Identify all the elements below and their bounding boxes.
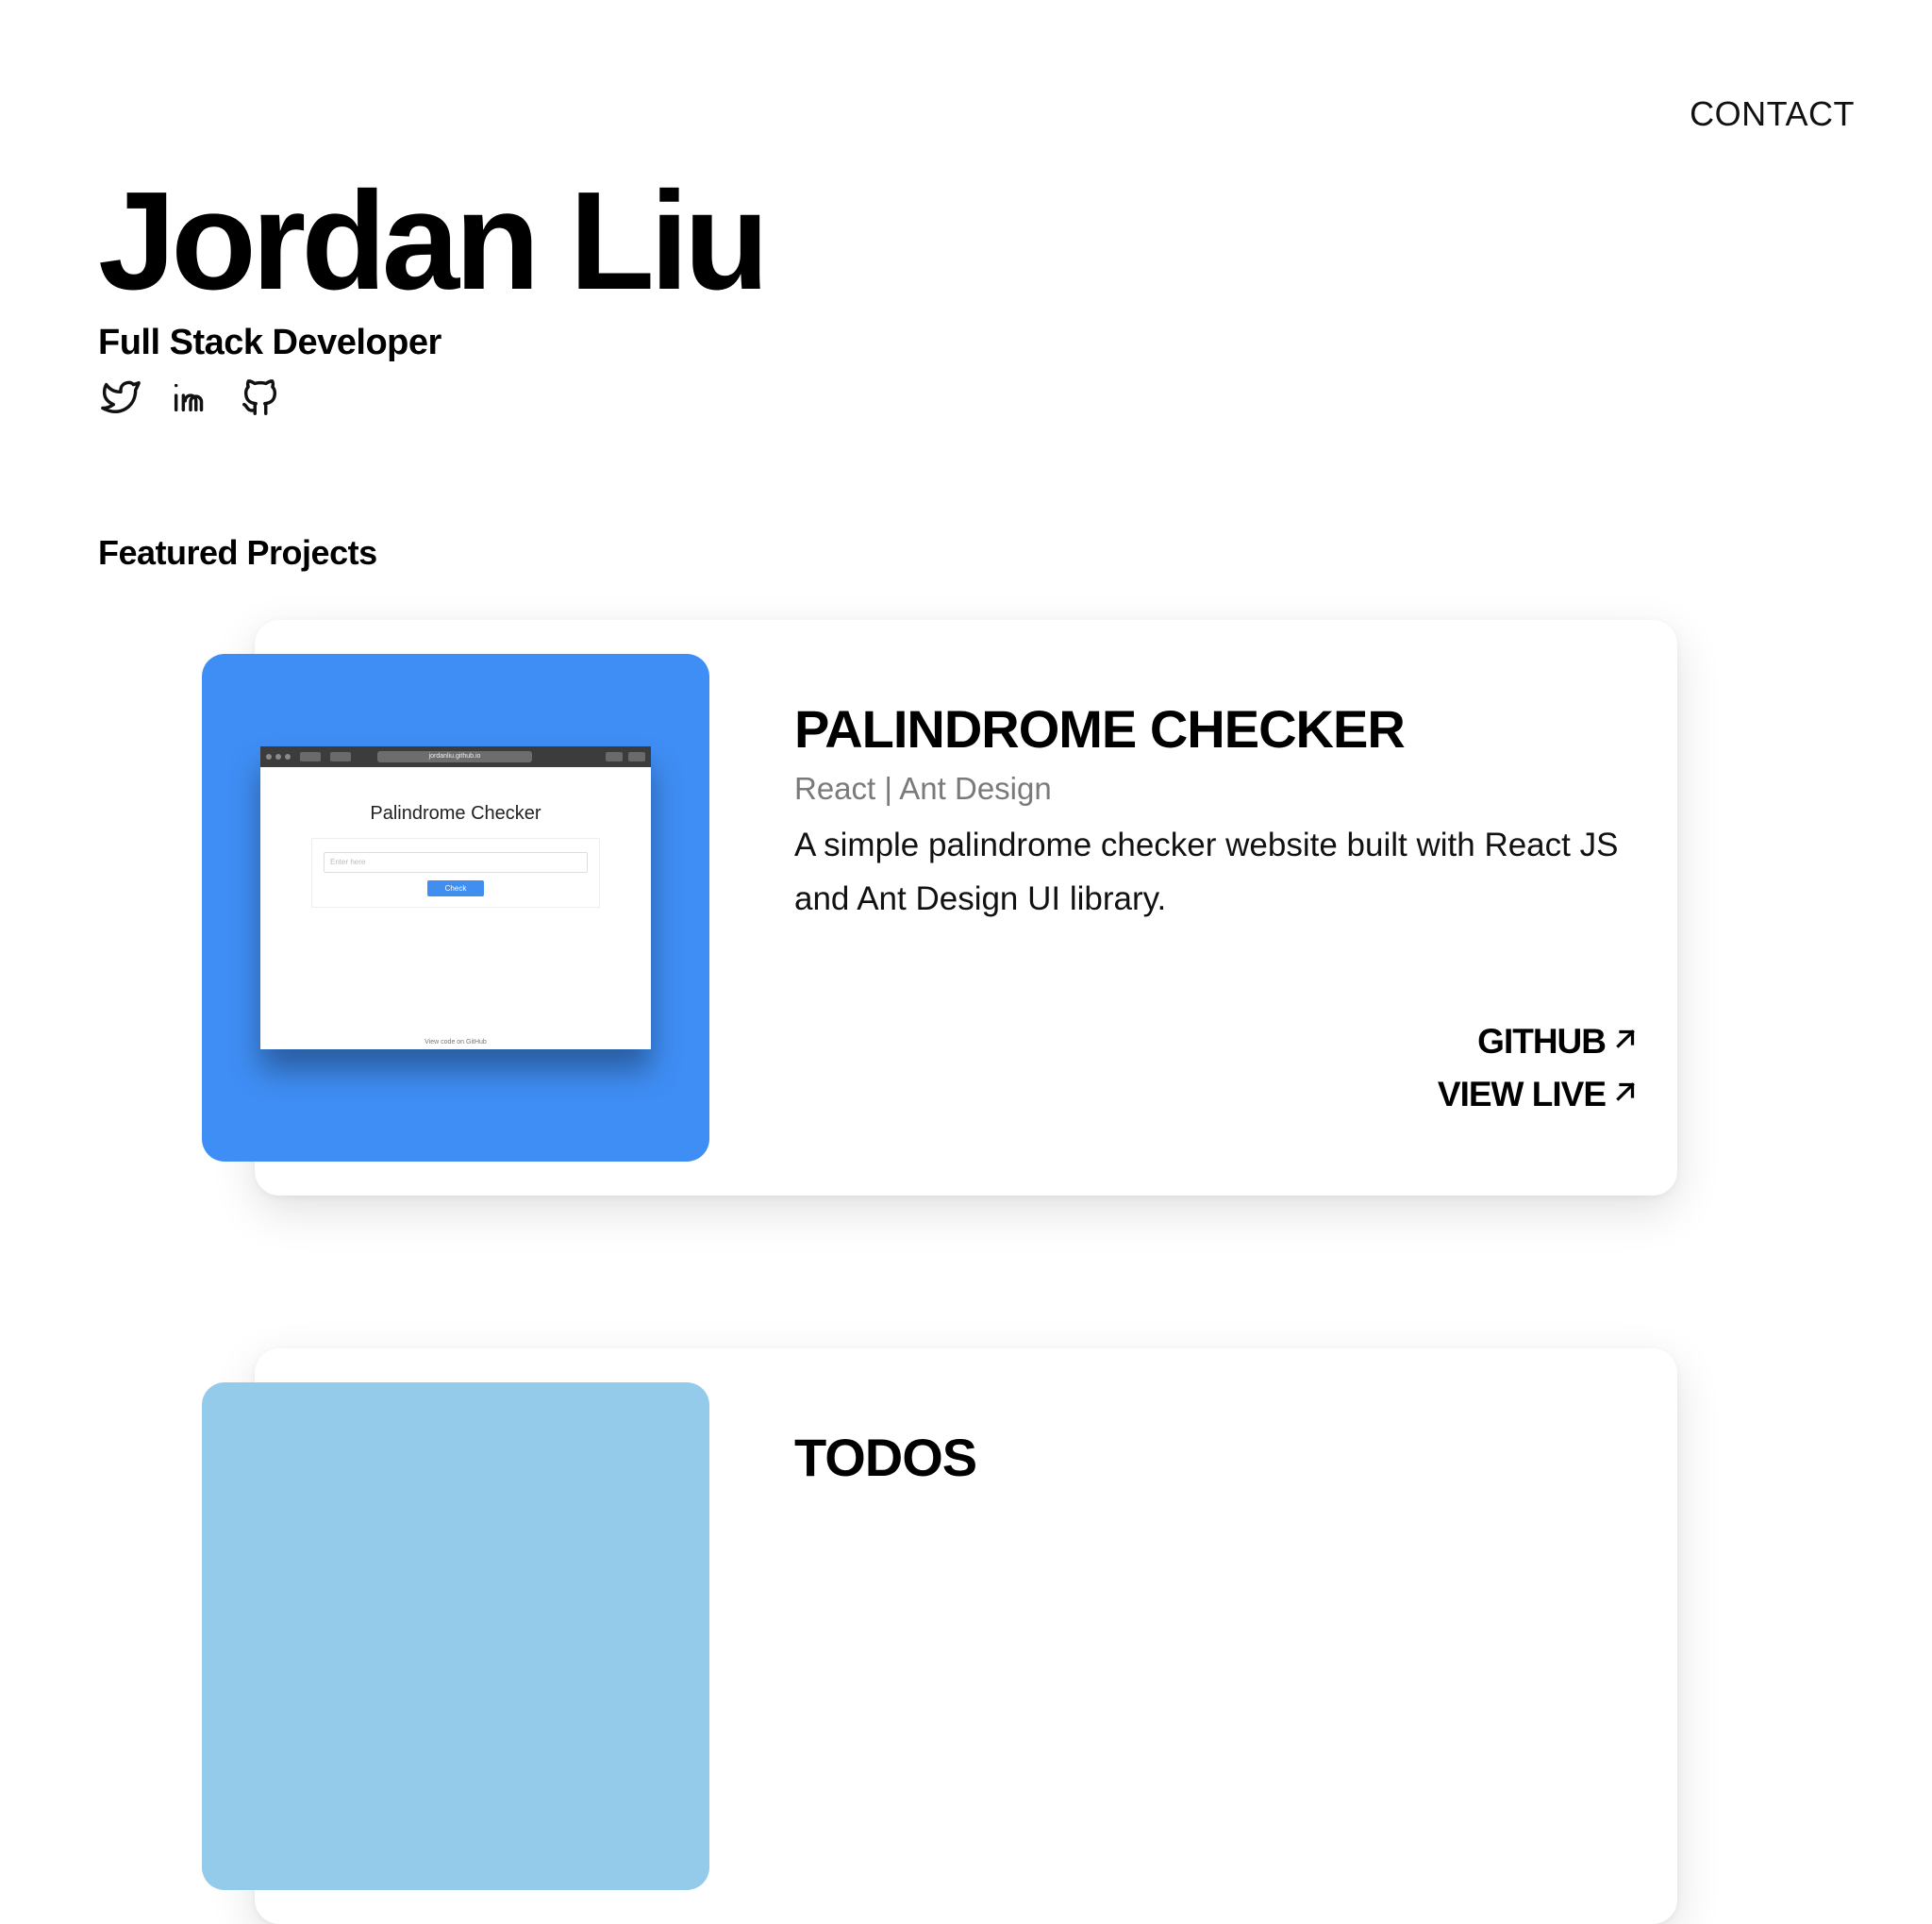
project-thumbnail[interactable]: jordanliu.github.io Palindrome Checker E… [202, 654, 709, 1162]
screenshot-check-button: Check [427, 880, 484, 896]
screenshot-form: Enter here Check [311, 838, 600, 908]
hero: Jordan Liu Full Stack Developer [98, 163, 769, 422]
window-dot-icon [266, 754, 272, 760]
view-live-link[interactable]: VIEW LIVE [1438, 1073, 1640, 1116]
subtitle-role: Full Stack Developer [98, 323, 441, 362]
nav-arrows-icon [300, 752, 321, 761]
project-link-label: GITHUB [1477, 1022, 1607, 1061]
page-title: Jordan Liu [98, 163, 769, 319]
project-description: A simple palindrome checker website buil… [794, 827, 1619, 917]
contact-link[interactable]: CONTACT [1690, 94, 1855, 134]
project-card-todos: TODOS [202, 1348, 1677, 1924]
section-heading-featured-projects: Featured Projects [98, 533, 377, 572]
screenshot-browser-window: jordanliu.github.io Palindrome Checker E… [260, 746, 651, 1049]
github-link[interactable] [238, 376, 283, 422]
screenshot-input: Enter here [324, 852, 588, 873]
toolbar-right-icons [606, 752, 645, 761]
arrow-up-right-icon [1611, 1020, 1640, 1063]
screenshot-title: Palindrome Checker [370, 803, 541, 824]
sidebar-icon [330, 752, 351, 761]
project-link-label: VIEW LIVE [1437, 1075, 1607, 1113]
github-project-link[interactable]: GITHUB [1477, 1020, 1640, 1063]
linkedin-icon [169, 376, 212, 424]
project-links: GITHUB VIEW LIVE [1438, 1020, 1640, 1116]
arrow-up-right-icon [1611, 1073, 1640, 1116]
screenshot-url: jordanliu.github.io [377, 751, 532, 762]
project-title: PALINDROME CHECKER [794, 699, 1406, 759]
project-card-palindrome-checker: jordanliu.github.io Palindrome Checker E… [202, 620, 1677, 1196]
project-info: TODOS [794, 1431, 1643, 1484]
twitter-link[interactable] [98, 376, 143, 422]
project-tech-stack: React | Ant Design [794, 771, 1052, 806]
twitter-icon [99, 376, 142, 424]
screenshot-footer: View code on GitHub [425, 1039, 487, 1046]
screenshot-toolbar: jordanliu.github.io [260, 746, 651, 767]
github-icon [239, 376, 282, 424]
project-info: PALINDROME CHECKER React | Ant Design A … [794, 703, 1643, 926]
project-thumbnail[interactable] [202, 1382, 709, 1890]
linkedin-link[interactable] [168, 376, 213, 422]
project-title: TODOS [794, 1428, 977, 1487]
window-dot-icon [275, 754, 281, 760]
window-dot-icon [285, 754, 291, 760]
social-links [98, 376, 764, 422]
